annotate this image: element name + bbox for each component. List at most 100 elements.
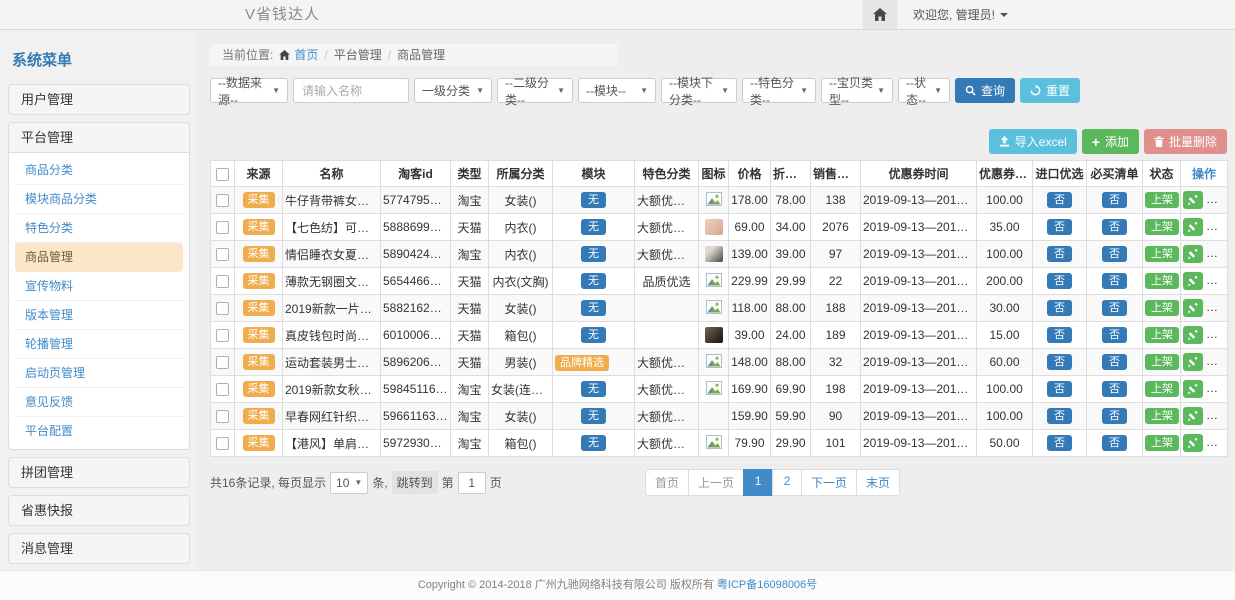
batch-delete-button[interactable]: 批量删除 [1144,129,1227,154]
must-buy-badge[interactable]: 否 [1102,192,1127,208]
query-button[interactable]: 查询 [955,78,1015,103]
coupon-amount: 30.00 [977,295,1033,322]
filter-level1-category-select[interactable]: 一级分类▼ [414,78,492,103]
import-excel-button[interactable]: 导入excel [989,129,1077,154]
import-select-badge[interactable]: 否 [1047,192,1072,208]
edit-button[interactable] [1183,218,1203,236]
row-checkbox[interactable] [216,302,229,315]
filter-status-select[interactable]: --状态--▼ [898,78,950,103]
row-checkbox[interactable] [216,437,229,450]
edit-button[interactable] [1183,191,1203,209]
filter-item-type-select[interactable]: --宝贝类型--▼ [821,78,893,103]
edit-button[interactable] [1183,245,1203,263]
icp-link[interactable]: 粤ICP备16098006号 [717,579,817,591]
must-buy-badge[interactable]: 否 [1102,219,1127,235]
status-badge[interactable]: 上架 [1145,408,1179,424]
edit-button[interactable] [1183,272,1203,290]
sidebar-panel-header[interactable]: 平台管理 [8,122,190,153]
sidebar-panel-header[interactable]: 省惠快报 [8,495,190,526]
sidebar-panel-header[interactable]: 用户管理 [8,84,190,115]
row-checkbox[interactable] [216,410,229,423]
row-checkbox[interactable] [216,194,229,207]
import-select-badge[interactable]: 否 [1047,408,1072,424]
icon-cell [699,214,729,241]
status-badge[interactable]: 上架 [1145,273,1179,289]
import-select-badge[interactable]: 否 [1047,300,1072,316]
filter-feature-category-select[interactable]: --特色分类--▼ [742,78,816,103]
must-buy-badge[interactable]: 否 [1102,246,1127,262]
sidebar-item[interactable]: 宣传物料 [15,272,183,301]
sidebar-item[interactable]: 版本管理 [15,301,183,330]
status-badge[interactable]: 上架 [1145,435,1179,451]
must-buy-badge[interactable]: 否 [1102,408,1127,424]
sidebar-item[interactable]: 商品分类 [15,156,183,185]
import-select-badge[interactable]: 否 [1047,381,1072,397]
sidebar-item[interactable]: 轮播管理 [15,330,183,359]
row-checkbox[interactable] [216,248,229,261]
import-select-badge[interactable]: 否 [1047,435,1072,451]
edit-button[interactable] [1183,299,1203,317]
sidebar-item[interactable]: 模块商品分类 [15,185,183,214]
must-buy-badge[interactable]: 否 [1102,435,1127,451]
import-select-badge[interactable]: 否 [1047,273,1072,289]
status-badge[interactable]: 上架 [1145,192,1179,208]
keyword-input[interactable] [293,78,409,103]
row-checkbox[interactable] [216,275,229,288]
add-button[interactable]: + 添加 [1082,129,1139,154]
edit-button[interactable] [1183,434,1203,452]
status-badge[interactable]: 上架 [1145,354,1179,370]
edit-button[interactable] [1183,353,1203,371]
sidebar-item[interactable]: 商品管理 [15,243,183,272]
must-buy-cell: 否 [1087,430,1143,457]
select-all-checkbox[interactable] [216,168,229,181]
must-buy-badge[interactable]: 否 [1102,273,1127,289]
source-badge: 采集 [243,246,275,262]
breadcrumb-home-link[interactable]: 首页 [294,45,318,66]
jump-button[interactable]: 跳转到 [392,471,438,494]
page-number-input[interactable] [458,472,486,494]
sidebar-item[interactable]: 特色分类 [15,214,183,243]
row-checkbox[interactable] [216,356,229,369]
status-badge[interactable]: 上架 [1145,219,1179,235]
pagination-button[interactable]: 末页 [856,469,900,496]
import-select-badge[interactable]: 否 [1047,219,1072,235]
pagination-button[interactable]: 下一页 [801,469,857,496]
module-badge: 无 [581,408,606,424]
user-menu[interactable]: 欢迎您, 管理员! [913,6,1008,23]
edit-button[interactable] [1183,380,1203,398]
must-buy-badge[interactable]: 否 [1102,381,1127,397]
sidebar-panel-header[interactable]: 拼团管理 [8,457,190,488]
status-badge[interactable]: 上架 [1145,327,1179,343]
must-buy-badge[interactable]: 否 [1102,300,1127,316]
must-buy-badge[interactable]: 否 [1102,327,1127,343]
sidebar-item[interactable]: 意见反馈 [15,388,183,417]
sidebar-panel-header[interactable]: 消息管理 [8,533,190,564]
icon-cell [699,268,729,295]
filter-data-source-select[interactable]: --数据来源--▼ [210,78,288,103]
pagination-button[interactable]: 1 [743,469,773,496]
breadcrumb-platform-link[interactable]: 平台管理 [334,45,382,66]
home-button[interactable] [863,0,897,29]
sidebar-item[interactable]: 平台配置 [15,417,183,446]
row-checkbox[interactable] [216,329,229,342]
source-badge: 采集 [243,300,275,316]
per-page-select[interactable]: 10 ▼ [330,472,368,494]
sidebar-item[interactable]: 启动页管理 [15,359,183,388]
must-buy-badge[interactable]: 否 [1102,354,1127,370]
row-checkbox[interactable] [216,383,229,396]
select-value: --数据来源-- [218,74,268,108]
filter-level2-category-select[interactable]: --二级分类--▼ [497,78,573,103]
reset-button[interactable]: 重置 [1020,78,1080,103]
edit-button[interactable] [1183,407,1203,425]
status-badge[interactable]: 上架 [1145,246,1179,262]
import-select-badge[interactable]: 否 [1047,354,1072,370]
import-select-badge[interactable]: 否 [1047,246,1072,262]
row-checkbox[interactable] [216,221,229,234]
filter-module-subcategory-select[interactable]: --模块下分类--▼ [661,78,737,103]
import-select-badge[interactable]: 否 [1047,327,1072,343]
pagination-button[interactable]: 2 [772,469,802,496]
edit-button[interactable] [1183,326,1203,344]
status-badge[interactable]: 上架 [1145,381,1179,397]
status-badge[interactable]: 上架 [1145,300,1179,316]
filter-module-select[interactable]: --模块--▼ [578,78,656,103]
